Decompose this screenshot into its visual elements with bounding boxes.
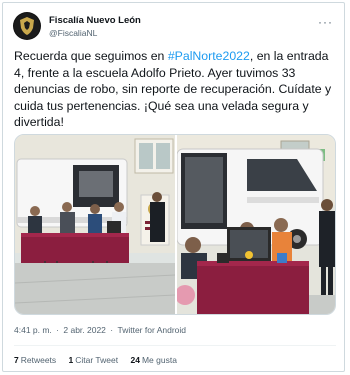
shield-logo-icon [14,13,40,39]
tweet-header: Fiscalía Nuevo León @FiscaliaNL ··· [13,11,335,45]
likes-label: Me gusta [141,355,177,365]
likes-count: 24 [130,355,140,365]
meta-separator: · [107,325,116,335]
meta-separator: · [53,325,62,335]
more-options-icon[interactable]: ··· [318,15,333,29]
tweet-date[interactable]: 2 abr. 2022 [63,325,106,335]
tweet-time[interactable]: 4:41 p. m. [14,325,52,335]
author-handle[interactable]: @FiscaliaNL [49,28,97,38]
hashtag-link[interactable]: #PalNorte2022 [168,49,250,63]
tweet-card: Fiscalía Nuevo León @FiscaliaNL ··· Recu… [2,2,345,372]
photo-right[interactable] [177,135,336,315]
retweets-label: Retweets [20,355,57,365]
quotes-label: Citar Tweet [75,355,119,365]
tweet-text: Recuerda que seguimos en #PalNorte2022, … [14,48,336,131]
retweets-count: 7 [14,355,19,365]
author-avatar[interactable] [13,12,41,40]
divider [14,345,336,346]
tweet-meta: 4:41 p. m. · 2 abr. 2022 · Twitter for A… [14,325,188,335]
likes-stat[interactable]: 24 Me gusta [131,355,177,365]
retweets-stat[interactable]: 7 Retweets [14,355,56,365]
tweet-media [14,134,336,315]
tweet-source[interactable]: Twitter for Android [117,325,186,335]
quotes-count: 1 [68,355,74,365]
tweet-stats: 7 Retweets 1 Citar Tweet 24 Me gusta [14,355,187,365]
quotes-stat[interactable]: 1 Citar Tweet [69,355,119,365]
author-name[interactable]: Fiscalía Nuevo León [49,15,141,26]
tweet-text-before: Recuerda que seguimos en [14,49,168,63]
photo-left[interactable] [15,135,175,315]
